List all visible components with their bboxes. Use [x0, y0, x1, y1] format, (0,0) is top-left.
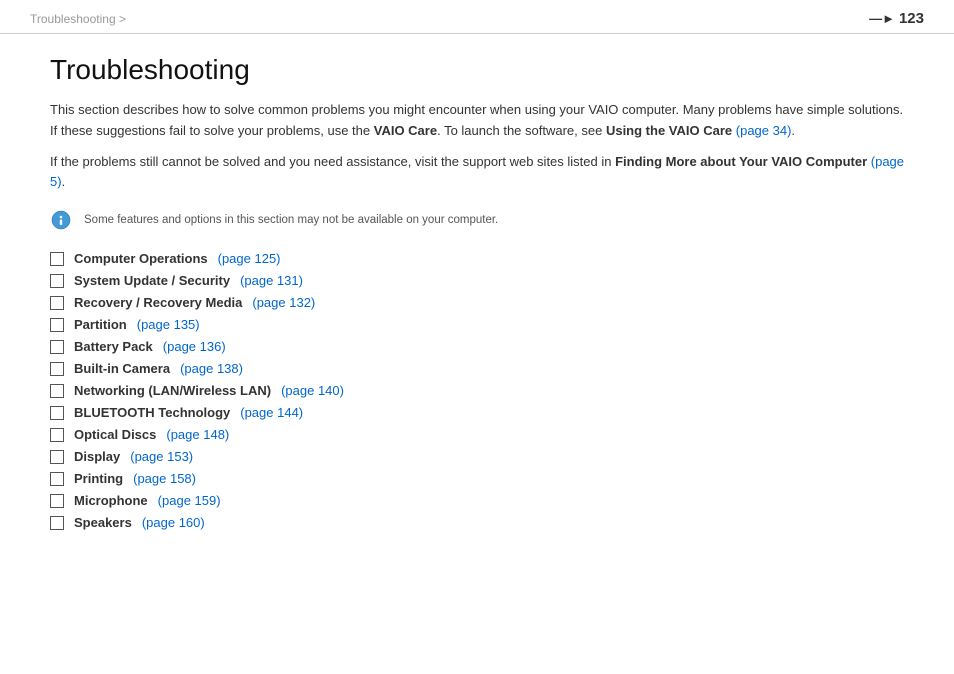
topic-label: Built-in Camera	[74, 361, 170, 376]
topic-label: Recovery / Recovery Media	[74, 295, 242, 310]
list-item: Battery Pack (page 136)	[50, 339, 904, 354]
topic-link[interactable]: (page 136)	[163, 339, 226, 354]
topic-label: Display	[74, 449, 120, 464]
topic-label: Battery Pack	[74, 339, 153, 354]
topic-label: System Update / Security	[74, 273, 230, 288]
intro-p1-end: .	[791, 123, 795, 138]
topic-link[interactable]: (page 132)	[252, 295, 315, 310]
list-item: Optical Discs (page 148)	[50, 427, 904, 442]
note-icon	[50, 209, 74, 233]
page34-link[interactable]: (page 34)	[736, 123, 792, 138]
breadcrumb: Troubleshooting >	[30, 12, 126, 26]
topic-link[interactable]: (page 144)	[240, 405, 303, 420]
checkbox-icon	[50, 252, 64, 266]
list-item: Networking (LAN/Wireless LAN) (page 140)	[50, 383, 904, 398]
note-text: Some features and options in this sectio…	[84, 209, 498, 229]
note-box: Some features and options in this sectio…	[50, 209, 904, 233]
page-title: Troubleshooting	[50, 54, 904, 86]
page-number-area: —► 123	[869, 10, 924, 27]
topic-label: Partition	[74, 317, 127, 332]
list-item: Printing (page 158)	[50, 471, 904, 486]
topic-link[interactable]: (page 140)	[281, 383, 344, 398]
page-number: 123	[899, 10, 924, 27]
checkbox-icon	[50, 362, 64, 376]
list-item: Display (page 153)	[50, 449, 904, 464]
topic-link[interactable]: (page 135)	[137, 317, 200, 332]
intro-paragraph-1: This section describes how to solve comm…	[50, 100, 904, 142]
intro-p1-bold2: Using the VAIO Care	[606, 123, 732, 138]
intro-p2-end: .	[62, 174, 66, 189]
intro-p2-bold: Finding More about Your VAIO Computer	[615, 154, 867, 169]
checkbox-icon	[50, 296, 64, 310]
list-item: Speakers (page 160)	[50, 515, 904, 530]
list-item: Computer Operations (page 125)	[50, 251, 904, 266]
topic-link[interactable]: (page 138)	[180, 361, 243, 376]
main-content: Troubleshooting This section describes h…	[0, 34, 954, 557]
topic-label: BLUETOOTH Technology	[74, 405, 230, 420]
intro-p1-bold1: VAIO Care	[374, 123, 437, 138]
topic-label: Computer Operations	[74, 251, 208, 266]
topic-link[interactable]: (page 159)	[158, 493, 221, 508]
topic-link[interactable]: (page 160)	[142, 515, 205, 530]
topic-label: Printing	[74, 471, 123, 486]
topic-link[interactable]: (page 125)	[218, 251, 281, 266]
list-item: Recovery / Recovery Media (page 132)	[50, 295, 904, 310]
checkbox-icon	[50, 384, 64, 398]
page-arrow-icon: —►	[869, 11, 895, 26]
checkbox-icon	[50, 450, 64, 464]
list-item: Microphone (page 159)	[50, 493, 904, 508]
topic-label: Optical Discs	[74, 427, 156, 442]
topic-label: Microphone	[74, 493, 148, 508]
checkbox-icon	[50, 340, 64, 354]
list-item: Built-in Camera (page 138)	[50, 361, 904, 376]
topic-link[interactable]: (page 131)	[240, 273, 303, 288]
intro-p2-start: If the problems still cannot be solved a…	[50, 154, 615, 169]
topic-link[interactable]: (page 158)	[133, 471, 196, 486]
intro-paragraph-2: If the problems still cannot be solved a…	[50, 152, 904, 194]
list-item: System Update / Security (page 131)	[50, 273, 904, 288]
list-item: BLUETOOTH Technology (page 144)	[50, 405, 904, 420]
topic-list: Computer Operations (page 125) System Upd…	[50, 251, 904, 530]
topic-label: Speakers	[74, 515, 132, 530]
topic-link[interactable]: (page 148)	[166, 427, 229, 442]
checkbox-icon	[50, 274, 64, 288]
checkbox-icon	[50, 318, 64, 332]
list-item: Partition (page 135)	[50, 317, 904, 332]
breadcrumb-bar: Troubleshooting > —► 123	[0, 0, 954, 33]
checkbox-icon	[50, 494, 64, 508]
topic-label: Networking (LAN/Wireless LAN)	[74, 383, 271, 398]
checkbox-icon	[50, 428, 64, 442]
checkbox-icon	[50, 406, 64, 420]
intro-p1-mid: . To launch the software, see	[437, 123, 606, 138]
checkbox-icon	[50, 516, 64, 530]
checkbox-icon	[50, 472, 64, 486]
topic-link[interactable]: (page 153)	[130, 449, 193, 464]
